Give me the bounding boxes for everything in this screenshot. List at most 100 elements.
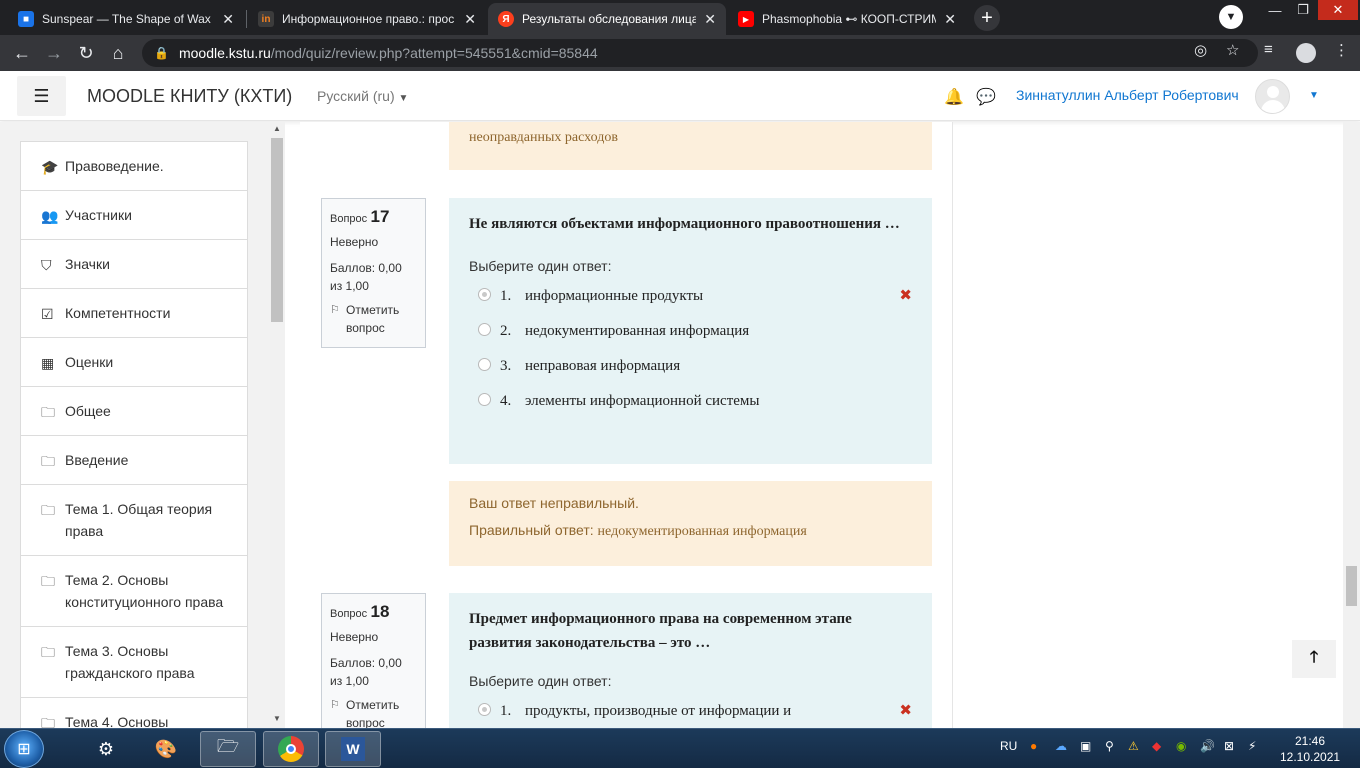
avast-icon[interactable]: ● xyxy=(1030,739,1037,753)
scroll-down-icon[interactable]: ▼ xyxy=(273,714,281,723)
answer-prompt: Выберите один ответ: xyxy=(469,673,612,689)
paint-icon: 🎨 xyxy=(154,738,178,759)
answer-number: 1. xyxy=(500,288,512,304)
avatar[interactable] xyxy=(1255,79,1290,114)
tab-title: Sunspear — The Shape of Wax xyxy=(42,12,211,26)
folder-icon: 🗀 xyxy=(41,404,55,420)
answer-radio[interactable] xyxy=(478,703,491,716)
close-icon[interactable]: ✕ xyxy=(704,11,716,28)
bell-icon[interactable]: 🔔 xyxy=(944,87,964,107)
tab-search-icon[interactable]: ▼ xyxy=(1219,5,1243,29)
back-icon[interactable]: ← xyxy=(10,41,34,65)
word-icon: W xyxy=(341,737,365,761)
tab-title: Информационное право.: прос xyxy=(282,12,455,26)
eye-off-icon[interactable]: ◎ xyxy=(1194,41,1207,59)
flag-question-link[interactable]: ⚐ Отметить вопрос xyxy=(330,696,417,728)
nav-item-topic-3[interactable]: 🗀 Тема 3. Основы гражданского права xyxy=(21,627,247,698)
question-17-content: Не являются объектами информационного пр… xyxy=(449,198,932,464)
nav-item-label: Тема 3. Основы гражданского права xyxy=(65,643,195,681)
star-icon[interactable]: ☆ xyxy=(1226,41,1239,59)
power-icon[interactable]: ⚡ xyxy=(1248,739,1256,753)
menu-dots-icon[interactable]: ⋮ xyxy=(1334,41,1349,59)
volume-icon[interactable]: 🔊 xyxy=(1200,739,1215,753)
usb-icon[interactable]: ⚲ xyxy=(1105,739,1114,753)
previous-feedback: неоправданных расходов xyxy=(449,122,932,170)
page-scrollbar[interactable] xyxy=(1343,122,1360,728)
language-menu[interactable]: Русский (ru) ▼ xyxy=(317,88,408,104)
chat-bubble-icon[interactable]: 💬 xyxy=(976,87,996,107)
close-icon[interactable]: ✕ xyxy=(464,11,476,28)
flag-question-link[interactable]: ⚐ Отметить вопрос xyxy=(330,301,417,337)
browser-tab-inf-pravo[interactable]: in Информационное право.: прос ✕ xyxy=(248,3,486,35)
home-icon[interactable]: ⌂ xyxy=(106,41,130,65)
network-offline-icon[interactable]: ⊠ xyxy=(1224,739,1234,753)
question-label: Вопрос xyxy=(330,608,368,620)
new-tab-button[interactable]: + xyxy=(974,5,1000,31)
answer-option-2: 2. недокументированная информация xyxy=(469,313,912,348)
drawer-scrollbar-thumb[interactable] xyxy=(271,138,283,322)
folder-icon: 🗀 xyxy=(41,502,55,518)
input-language[interactable]: RU xyxy=(1000,739,1017,753)
answer-radio[interactable] xyxy=(478,288,491,301)
chat-icon: ■ xyxy=(18,11,34,27)
answer-text: элементы информационной системы xyxy=(525,393,760,409)
folder-icon: 🗀 xyxy=(41,453,55,469)
nav-item-grades[interactable]: ▦ Оценки xyxy=(21,338,247,387)
taskbar-chrome[interactable] xyxy=(263,731,319,767)
taskbar-paint[interactable]: 🎨 xyxy=(138,731,194,767)
warning-icon[interactable]: ⚠ xyxy=(1128,739,1139,753)
page-scrollbar-thumb[interactable] xyxy=(1346,566,1357,606)
nav-item-competencies[interactable]: ☑ Компетентности xyxy=(21,289,247,338)
menu-icon: ☰ xyxy=(33,85,50,106)
maximize-icon[interactable]: ❐ xyxy=(1290,0,1316,20)
tray-clock[interactable]: 21:46 12.10.2021 xyxy=(1280,733,1340,765)
right-answer-value: недокументированная информация xyxy=(597,524,807,539)
browser-tab-sunspear[interactable]: ■ Sunspear — The Shape of Wax ✕ xyxy=(8,3,244,35)
network-tray-icon[interactable]: ▣ xyxy=(1080,739,1091,753)
nav-item-general[interactable]: 🗀 Общее xyxy=(21,387,247,436)
window-close-icon[interactable]: ✕ xyxy=(1318,0,1358,20)
nvidia-icon[interactable]: ◉ xyxy=(1176,739,1186,753)
browser-tab-bar: ■ Sunspear — The Shape of Wax ✕ in Инфор… xyxy=(0,0,1360,35)
user-menu-caret-icon[interactable]: ▼ xyxy=(1309,90,1319,101)
nav-item-topic-1[interactable]: 🗀 Тема 1. Общая теория права xyxy=(21,485,247,556)
profile-avatar-icon[interactable] xyxy=(1296,43,1316,63)
feedback-right-answer: Правильный ответ: недокументированная ин… xyxy=(469,522,912,540)
user-name[interactable]: Зиннатуллин Альберт Робертович xyxy=(1016,87,1239,103)
reload-icon[interactable]: ↻ xyxy=(74,41,98,65)
taskbar-steam[interactable]: ⚙ xyxy=(78,731,134,767)
close-icon[interactable]: ✕ xyxy=(222,11,234,28)
nav-item-participants[interactable]: 👥 Участники xyxy=(21,191,247,240)
taskbar-explorer[interactable]: 🗁 xyxy=(200,731,256,767)
forward-icon[interactable]: → xyxy=(42,41,66,65)
app-tray-icon[interactable]: ◆ xyxy=(1152,739,1161,753)
nav-item-topic-4[interactable]: 🗀 Тема 4. Основы xyxy=(21,698,247,728)
close-icon[interactable]: ✕ xyxy=(944,11,956,28)
nav-item-course[interactable]: 🎓 Правоведение. xyxy=(21,142,247,191)
nav-item-topic-2[interactable]: 🗀 Тема 2. Основы конституционного права xyxy=(21,556,247,627)
nav-item-badges[interactable]: ⛉ Значки xyxy=(21,240,247,289)
media-icon[interactable]: ≡ xyxy=(1264,41,1273,58)
scroll-up-icon[interactable]: ▲ xyxy=(273,124,281,133)
browser-tab-phasmophobia[interactable]: ▶ Phasmophobia ⊷ КООП-СТРИМ ✕ xyxy=(728,3,966,35)
flag-icon: ⚐ xyxy=(330,304,340,316)
start-button[interactable]: ⊞ xyxy=(4,730,44,768)
hamburger-menu-button[interactable]: ☰ xyxy=(17,76,66,116)
minimize-icon[interactable]: — xyxy=(1262,0,1288,20)
question-label: Вопрос xyxy=(330,213,368,225)
question-text: Не являются объектами информационного пр… xyxy=(469,216,900,232)
url-path: /mod/quiz/review.php?attempt=545551&cmid… xyxy=(270,45,598,61)
nav-item-label: Правоведение. xyxy=(65,158,164,174)
cloud-icon[interactable]: ☁ xyxy=(1055,739,1067,753)
answer-radio[interactable] xyxy=(478,393,491,406)
taskbar-word[interactable]: W xyxy=(325,731,381,767)
address-bar[interactable]: 🔒 moodle.kstu.ru/mod/quiz/review.php?att… xyxy=(142,39,1258,67)
question-text: Предмет информационного права на совреме… xyxy=(469,611,852,651)
browser-tab-results[interactable]: Я Результаты обследования лица, ✕ xyxy=(488,3,726,35)
site-name[interactable]: MOODLE КНИТУ (КХТИ) xyxy=(87,86,292,107)
answer-radio[interactable] xyxy=(478,358,491,371)
nav-item-intro[interactable]: 🗀 Введение xyxy=(21,436,247,485)
answer-radio[interactable] xyxy=(478,323,491,336)
question-state: Неверно xyxy=(330,235,379,249)
back-to-top-button[interactable]: 🡑 xyxy=(1292,640,1336,678)
